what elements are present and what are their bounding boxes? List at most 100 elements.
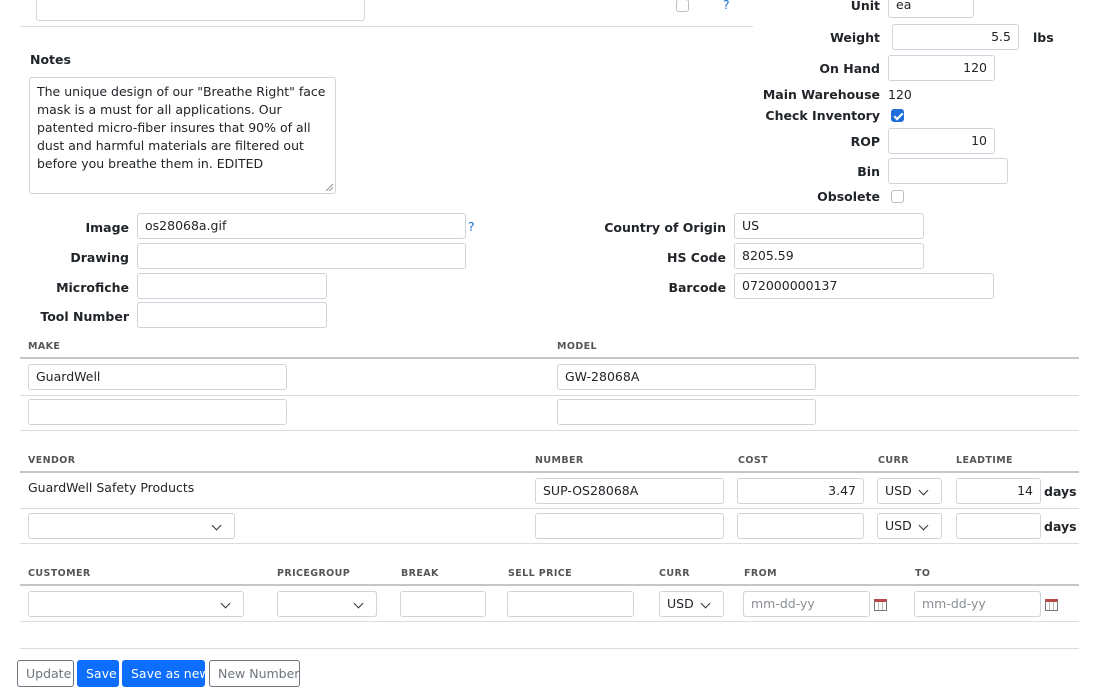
- obsolete-checkbox[interactable]: [891, 190, 904, 203]
- table-row-divider: [20, 395, 1079, 396]
- table-header-divider: [20, 471, 1079, 473]
- currency-select[interactable]: USD: [877, 513, 942, 539]
- drawing-label: Drawing: [70, 250, 129, 265]
- vendor-number-input[interactable]: [535, 513, 724, 539]
- new-number-button[interactable]: New Number: [209, 660, 300, 687]
- chevron-down-icon: [918, 520, 929, 531]
- chevron-down-icon: [918, 485, 929, 496]
- tool-number-label: Tool Number: [40, 309, 129, 324]
- weight-label: Weight: [830, 30, 880, 45]
- cost-header: COST: [738, 455, 768, 466]
- country-of-origin-input[interactable]: US: [734, 213, 924, 239]
- leadtime-input[interactable]: 14: [956, 478, 1041, 504]
- chevron-down-icon: [353, 598, 364, 609]
- table-row-divider: [20, 543, 1079, 544]
- number-header: NUMBER: [535, 455, 584, 466]
- vendor-name: GuardWell Safety Products: [28, 480, 195, 495]
- weight-input[interactable]: 5.5: [892, 24, 1019, 50]
- help-icon[interactable]: ?: [723, 0, 730, 12]
- on-hand-label: On Hand: [819, 61, 880, 76]
- break-input[interactable]: [400, 591, 486, 617]
- table-row-divider: [20, 508, 1079, 509]
- currency-value: USD: [885, 483, 912, 498]
- bin-label: Bin: [857, 164, 880, 179]
- sell-price-input[interactable]: [507, 591, 634, 617]
- pricegroup-header: PRICEGROUP: [277, 568, 351, 579]
- model-input[interactable]: [557, 399, 816, 425]
- currency-select[interactable]: USD: [659, 591, 724, 617]
- vendor-header: VENDOR: [28, 455, 76, 466]
- to-date-input[interactable]: mm-dd-yy: [914, 591, 1041, 617]
- save-button[interactable]: Save: [77, 660, 119, 687]
- make-header: MAKE: [28, 341, 61, 352]
- vendor-select[interactable]: [28, 513, 235, 539]
- save-as-new-button[interactable]: Save as new: [122, 660, 210, 687]
- currency-value: USD: [885, 518, 912, 533]
- check-inventory-checkbox[interactable]: [891, 109, 904, 122]
- to-header: TO: [915, 568, 931, 579]
- notes-label: Notes: [30, 52, 71, 67]
- make-input[interactable]: [28, 399, 287, 425]
- top-cutoff-input[interactable]: [36, 0, 365, 21]
- customer-header: CUSTOMER: [28, 568, 91, 579]
- main-warehouse-label: Main Warehouse: [762, 87, 880, 102]
- curr-header: CURR: [878, 455, 909, 466]
- image-input[interactable]: os28068a.gif: [137, 213, 466, 239]
- chevron-down-icon: [220, 598, 231, 609]
- microfiche-input[interactable]: [137, 273, 327, 299]
- curr-header: CURR: [659, 568, 690, 579]
- divider: [20, 26, 753, 27]
- calendar-icon[interactable]: [1045, 599, 1058, 611]
- from-header: FROM: [744, 568, 777, 579]
- footer-divider: [20, 648, 1079, 649]
- tool-number-input[interactable]: [137, 302, 327, 328]
- cost-input[interactable]: [737, 513, 864, 539]
- bin-input[interactable]: [888, 158, 1008, 184]
- from-date-input[interactable]: mm-dd-yy: [743, 591, 870, 617]
- pricegroup-select[interactable]: [277, 591, 377, 617]
- top-cutoff-checkbox[interactable]: [676, 0, 689, 12]
- check-inventory-label: Check Inventory: [765, 108, 880, 123]
- notes-textarea[interactable]: The unique design of our "Breathe Right"…: [29, 77, 336, 194]
- drawing-input[interactable]: [137, 243, 466, 269]
- hs-code-label: HS Code: [666, 250, 726, 265]
- customer-select[interactable]: [28, 591, 244, 617]
- unit-label: Unit: [850, 0, 880, 13]
- unit-input[interactable]: ea: [888, 0, 974, 18]
- notes-text: The unique design of our "Breathe Right"…: [37, 84, 326, 171]
- on-hand-input[interactable]: 120: [888, 55, 995, 81]
- vendor-number-input[interactable]: SUP-OS28068A: [535, 478, 724, 504]
- calendar-icon[interactable]: [874, 599, 887, 611]
- chevron-down-icon: [700, 598, 711, 609]
- model-header: MODEL: [557, 341, 597, 352]
- table-header-divider: [20, 357, 1079, 359]
- table-row-divider: [20, 621, 1079, 622]
- barcode-input[interactable]: 072000000137: [734, 273, 994, 299]
- main-warehouse-value: 120: [888, 87, 912, 102]
- days-label: days: [1044, 519, 1077, 534]
- help-icon[interactable]: ?: [468, 219, 475, 234]
- leadtime-input[interactable]: [956, 513, 1041, 539]
- country-of-origin-label: Country of Origin: [604, 220, 726, 235]
- table-header-divider: [20, 584, 1079, 586]
- currency-value: USD: [667, 596, 694, 611]
- rop-input[interactable]: 10: [888, 128, 995, 154]
- days-label: days: [1044, 484, 1077, 499]
- rop-label: ROP: [850, 134, 880, 149]
- currency-select[interactable]: USD: [877, 478, 942, 504]
- break-header: BREAK: [401, 568, 439, 579]
- obsolete-label: Obsolete: [817, 189, 880, 204]
- cost-input[interactable]: 3.47: [737, 478, 864, 504]
- chevron-down-icon: [211, 520, 222, 531]
- make-input[interactable]: GuardWell: [28, 364, 287, 390]
- table-row-divider: [20, 430, 1079, 431]
- sell-price-header: SELL PRICE: [508, 568, 573, 579]
- update-button[interactable]: Update: [17, 660, 74, 687]
- resize-grip-icon[interactable]: [326, 184, 333, 191]
- weight-unit: lbs: [1033, 30, 1054, 45]
- hs-code-input[interactable]: 8205.59: [734, 243, 924, 269]
- model-input[interactable]: GW-28068A: [557, 364, 816, 390]
- microfiche-label: Microfiche: [56, 280, 129, 295]
- barcode-label: Barcode: [668, 280, 726, 295]
- leadtime-header: LEADTIME: [956, 455, 1013, 466]
